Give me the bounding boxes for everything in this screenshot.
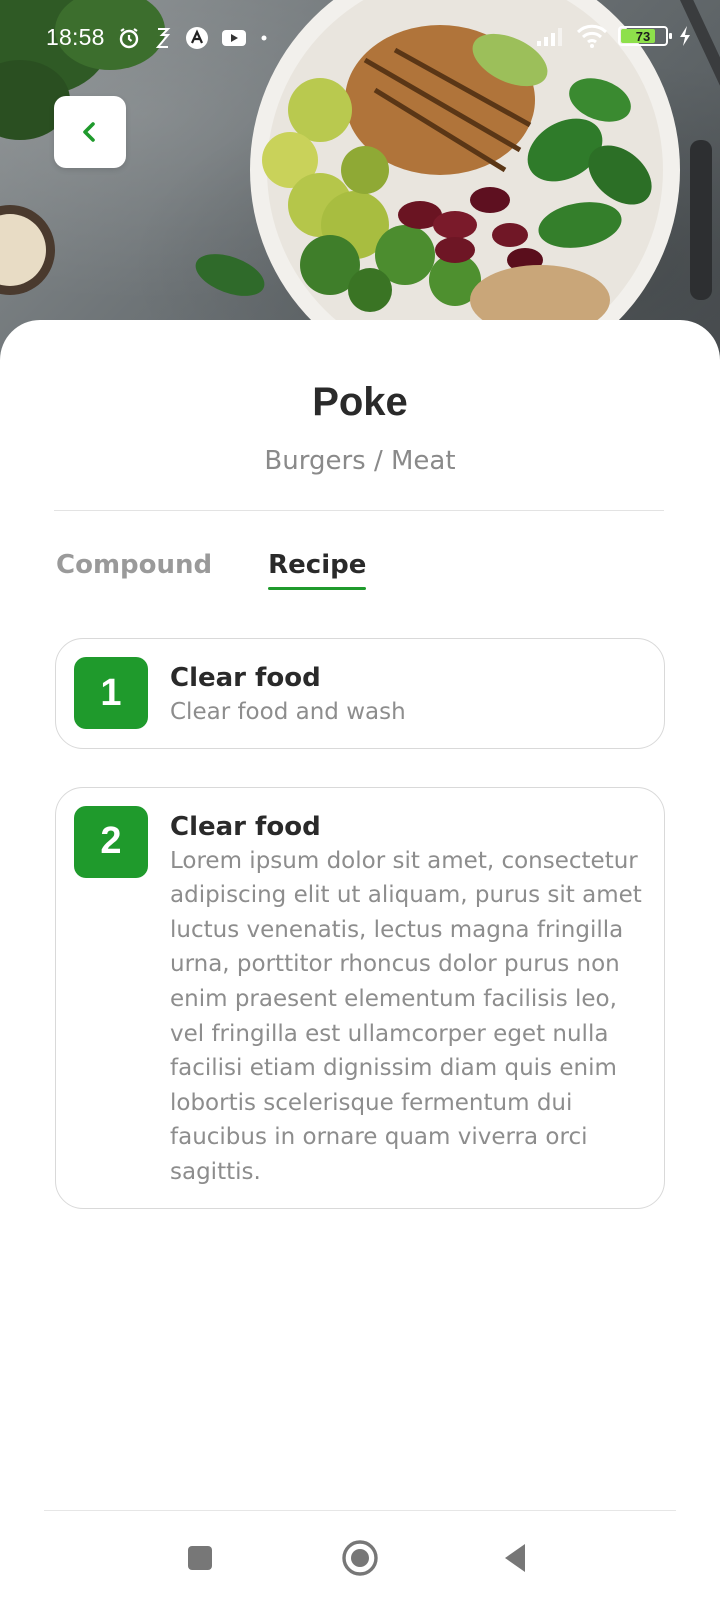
wifi-icon xyxy=(576,24,608,48)
home-button[interactable] xyxy=(340,1538,380,1578)
recipe-steps-list: 1 Clear food Clear food and wash 2 Clear… xyxy=(55,638,665,1209)
nav-divider xyxy=(44,1510,676,1511)
battery-level-text: 73 xyxy=(635,28,651,44)
app-icon xyxy=(185,26,209,50)
youtube-icon xyxy=(221,28,247,48)
recents-icon xyxy=(188,1546,212,1570)
system-navigation-bar xyxy=(0,1512,720,1600)
tab-compound[interactable]: Compound xyxy=(56,550,212,586)
tab-recipe[interactable]: Recipe xyxy=(268,550,367,590)
step-description: Clear food and wash xyxy=(170,699,406,725)
recipe-title: Poke xyxy=(312,380,408,424)
step-title: Clear food xyxy=(170,811,321,842)
status-bar: 18:58 73 xyxy=(0,0,720,80)
signal-icon xyxy=(536,25,566,47)
recipe-detail-sheet: Poke Burgers / Meat Compound Recipe 1 Cl… xyxy=(0,320,720,1600)
charging-icon xyxy=(678,25,692,47)
step-number-badge: 1 xyxy=(74,657,148,729)
recents-button[interactable] xyxy=(180,1538,220,1578)
step-number-badge: 2 xyxy=(74,805,148,878)
tab-bar: Compound Recipe xyxy=(56,550,367,590)
status-bar-right: 73 xyxy=(536,24,692,48)
step-title: Clear food xyxy=(170,663,321,693)
chevron-left-icon xyxy=(83,122,95,142)
back-button[interactable] xyxy=(54,96,126,168)
dot-icon xyxy=(259,33,269,43)
battery-icon: 73 xyxy=(618,26,672,46)
divider xyxy=(54,510,664,511)
recipe-category: Burgers / Meat xyxy=(264,446,456,476)
alarm-icon xyxy=(117,26,141,50)
step-body: Clear food Lorem ipsum dolor sit amet, c… xyxy=(170,806,642,1190)
step-description: Lorem ipsum dolor sit amet, consectetur … xyxy=(170,847,642,1185)
status-bar-left: 18:58 xyxy=(46,24,269,51)
system-back-button[interactable] xyxy=(495,1538,535,1578)
back-icon xyxy=(505,1544,525,1572)
home-icon xyxy=(342,1540,378,1576)
sim-icon xyxy=(153,26,173,50)
step-card: 1 Clear food Clear food and wash xyxy=(55,638,665,749)
step-card: 2 Clear food Lorem ipsum dolor sit amet,… xyxy=(55,786,665,1209)
clock: 18:58 xyxy=(46,24,105,50)
step-body: Clear food Clear food and wash xyxy=(170,657,642,730)
